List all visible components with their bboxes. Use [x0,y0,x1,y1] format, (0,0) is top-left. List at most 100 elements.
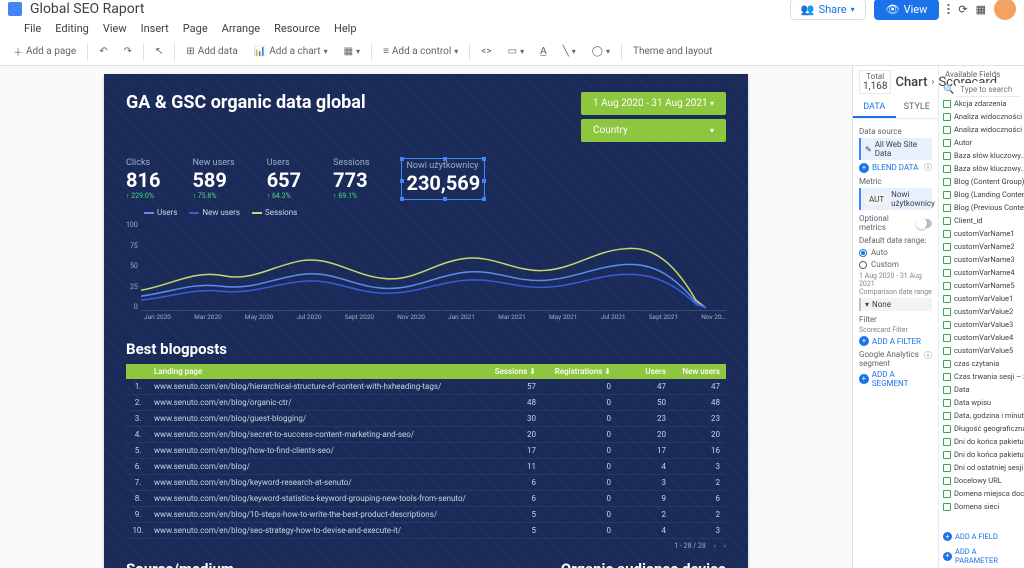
scorecard-4[interactable]: Nowi użytkownicy230,569 [401,158,485,200]
add-data-button[interactable]: ⊞ Add data [181,44,242,59]
add-parameter-button[interactable]: +ADD A PARAMETER [939,544,1024,568]
add-segment-button[interactable]: +ADD A SEGMENT [859,370,932,388]
field-item[interactable]: Dni do końca pakietu [939,435,1024,448]
field-item[interactable]: Dni od ostatniej sesji [939,461,1024,474]
menu-item-insert[interactable]: Insert [141,22,169,35]
fields-search-input[interactable] [956,83,1021,97]
field-item[interactable]: Blog (Landing Conten [939,188,1024,201]
field-item[interactable]: customVarValue4 [939,331,1024,344]
share-button[interactable]: 👥 Share ▾ [790,0,866,20]
scorecard-0[interactable]: Clicks816↑ 229.0% [126,158,160,200]
select-tool[interactable]: ↖ [150,44,168,59]
menu-item-help[interactable]: Help [334,22,357,35]
community-viz-button[interactable]: ▦▾ [339,44,365,59]
table-row[interactable]: 9.www.senuto.com/en/blog/10-steps-how-to… [126,507,726,523]
field-item[interactable]: Data wpisu [939,396,1024,409]
scorecard-3[interactable]: Sessions773↑ 69.1% [333,158,369,200]
field-item[interactable]: customVarName1 [939,227,1024,240]
image-button[interactable]: ▭▾ [503,44,529,59]
tab-style[interactable]: STYLE [896,98,939,118]
field-item[interactable]: Czas trwania sesji – z [939,370,1024,383]
field-item[interactable]: customVarValue1 [939,292,1024,305]
add-filter-button[interactable]: +ADD A FILTER [859,336,932,346]
field-item[interactable]: Autor [939,136,1024,149]
table-row[interactable]: 2.www.senuto.com/en/blog/organic-ctr/480… [126,395,726,411]
field-item[interactable]: customVarName3 [939,253,1024,266]
add-chart-button[interactable]: 📊 Add a chart ▾ [249,44,333,59]
field-item[interactable]: customVarValue5 [939,344,1024,357]
field-item[interactable]: customVarName4 [939,266,1024,279]
scorecard-1[interactable]: New users589↑ 75.8% [192,158,234,200]
blend-data-button[interactable]: +BLEND DATA ⓘ [859,162,932,173]
url-embed-button[interactable]: <> [476,44,496,59]
grid-apps-icon[interactable]: ▦ [976,3,986,16]
redo-button[interactable]: ↷ [119,44,137,59]
field-item[interactable]: customVarName5 [939,279,1024,292]
field-item[interactable]: Baza słów kluczowy… [939,162,1024,175]
menu-item-resource[interactable]: Resource [274,22,320,35]
field-item[interactable]: Data, godzina i minuty [939,409,1024,422]
table-row[interactable]: 8.www.senuto.com/en/blog/keyword-statist… [126,491,726,507]
menu-item-view[interactable]: View [103,22,127,35]
document-title[interactable]: Global SEO Raport [30,1,144,17]
field-item[interactable]: Analiza widoczności ( [939,110,1024,123]
date-range-picker[interactable]: 1 Aug 2020 - 31 Aug 2021▾ [581,92,726,115]
scorecard-2[interactable]: Users657↑ 64.3% [267,158,301,200]
tab-data[interactable]: DATA [853,98,896,118]
field-item[interactable]: Docelowy URL [939,474,1024,487]
field-item[interactable]: customVarValue3 [939,318,1024,331]
menu-item-arrange[interactable]: Arrange [222,22,260,35]
line-chart[interactable]: Users New users Sessions 1007550250 [126,208,726,328]
chevron-down-icon: ▾ [851,5,855,14]
field-item[interactable]: Baza słów kluczowy… [939,149,1024,162]
pagination-info: 1 - 28 / 28 [674,542,705,550]
field-item[interactable]: Akcja zdarzenia [939,97,1024,110]
report-canvas[interactable]: GA & GSC organic data global 1 Aug 2020 … [0,66,852,568]
add-control-button[interactable]: ≡ Add a control ▾ [378,44,463,59]
field-item[interactable]: Domena sieci [939,500,1024,513]
next-page-button[interactable]: › [724,542,726,550]
table-row[interactable]: 1.www.senuto.com/en/blog/hierarchical-st… [126,379,726,395]
field-item[interactable]: Długość geograficzna [939,422,1024,435]
prev-page-button[interactable]: ‹ [714,542,716,550]
add-field-button[interactable]: +ADD A FIELD [939,529,1024,544]
more-vert-icon[interactable] [947,3,950,15]
metric-chip[interactable]: AUT Nowi użytkownicy [859,188,932,210]
menu-item-file[interactable]: File [24,22,41,35]
view-button[interactable]: 👁 View [874,0,940,20]
field-item[interactable]: czas czytania [939,357,1024,370]
toolbar: ＋Add a page ↶ ↷ ↖ ⊞ Add data 📊 Add a cha… [0,38,1024,66]
date-range-custom[interactable]: Custom [859,260,932,269]
field-item[interactable]: Client_id [939,214,1024,227]
compare-none[interactable]: ▾None [859,298,932,311]
field-item[interactable]: Blog (Content Group) [939,175,1024,188]
table-row[interactable]: 5.www.senuto.com/en/blog/how-to-find-cli… [126,443,726,459]
field-item[interactable]: Blog (Previous Conten [939,201,1024,214]
shape-button[interactable]: ◯▾ [587,44,615,59]
table-row[interactable]: 7.www.senuto.com/en/blog/keyword-researc… [126,475,726,491]
field-item[interactable]: customVarName2 [939,240,1024,253]
refresh-icon[interactable]: ⟳ [958,3,967,16]
data-source-chip[interactable]: ✎ All Web Site Data [859,138,932,160]
field-item[interactable]: customVarValue2 [939,305,1024,318]
menu-item-page[interactable]: Page [183,22,208,35]
table-row[interactable]: 6.www.senuto.com/en/blog/11043 [126,459,726,475]
undo-button[interactable]: ↶ [94,44,112,59]
blogposts-table[interactable]: Landing page Sessions ⬇ Registrations ⬇ … [126,364,726,550]
user-avatar[interactable] [994,0,1016,20]
country-filter[interactable]: Country▾ [581,119,726,142]
field-item[interactable]: Data [939,383,1024,396]
table-row[interactable]: 3.www.senuto.com/en/blog/guest-blogging/… [126,411,726,427]
toggle-optional-metrics[interactable] [916,219,932,228]
field-item[interactable]: Domena miejsca doc [939,487,1024,500]
date-range-auto[interactable]: Auto [859,248,932,257]
line-button[interactable]: ╲▾ [558,44,581,59]
field-item[interactable]: Analiza widoczności ( [939,123,1024,136]
theme-layout-button[interactable]: Theme and layout [628,44,717,59]
table-row[interactable]: 10.www.senuto.com/en/blog/seo-strategy-h… [126,523,726,539]
add-page-button[interactable]: ＋Add a page [8,42,81,61]
menu-item-editing[interactable]: Editing [55,22,89,35]
field-item[interactable]: Dni do końca pakietu [939,448,1024,461]
table-row[interactable]: 4.www.senuto.com/en/blog/secret-to-succe… [126,427,726,443]
text-button[interactable]: A̲ [535,44,552,59]
